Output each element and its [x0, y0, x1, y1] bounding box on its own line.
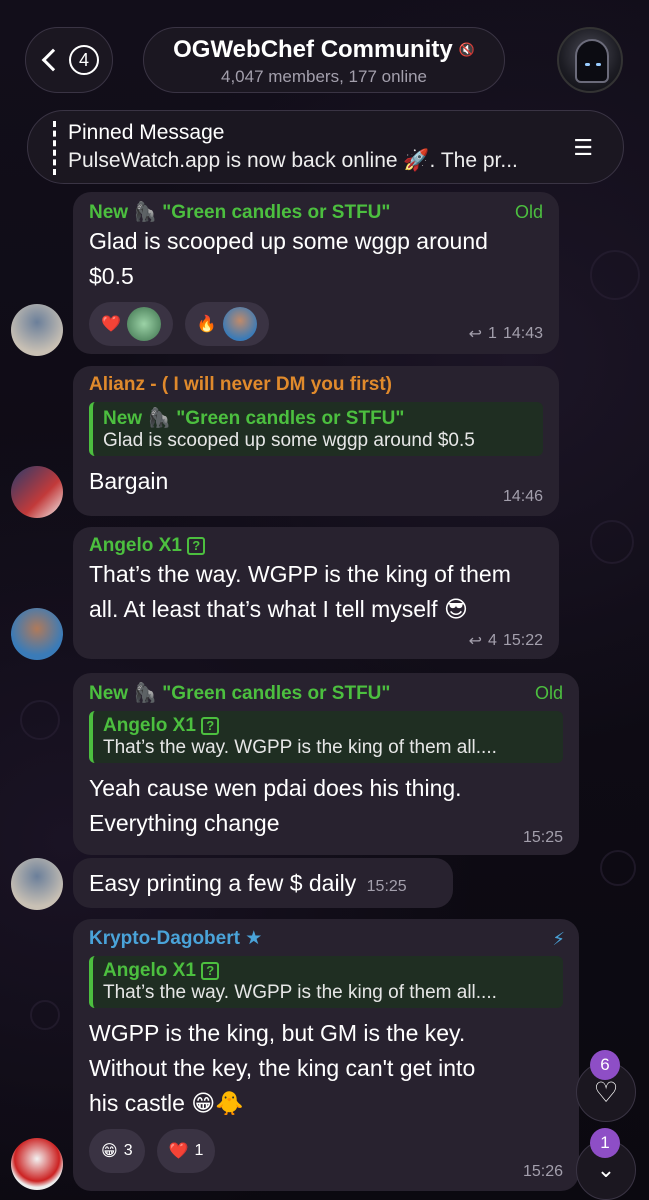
reaction-emoji: 🔥: [196, 316, 217, 333]
pinned-text: PulseWatch.app is now back online 🚀. The…: [68, 149, 518, 172]
reactor-avatar: [222, 307, 257, 341]
pinned-title: Pinned Message: [68, 121, 225, 144]
premium-badge-icon: ?: [201, 716, 220, 735]
reply-quote[interactable]: New 🦍 "Green candles or STFU" Glad is sc…: [89, 402, 543, 456]
pin-list-icon[interactable]: ☰: [573, 135, 593, 161]
reply-text: That’s the way. WGPP is the king of them…: [103, 737, 497, 758]
user-avatar[interactable]: [11, 1138, 63, 1190]
message-text-line: WGPP is the king, but GM is the key.: [89, 1020, 466, 1046]
message-sender[interactable]: Alianz - ( I will never DM you first): [89, 374, 543, 396]
reply-quote[interactable]: Angelo X1 ? That’s the way. WGPP is the …: [89, 711, 563, 763]
message-bubble[interactable]: Krypto-Dagobert ★ ⚡ Angelo X1 ? That’s t…: [73, 919, 579, 1191]
message-bubble[interactable]: Alianz - ( I will never DM you first) Ne…: [73, 366, 559, 516]
reply-author: Angelo X1 ?: [103, 960, 553, 982]
premium-badge-icon: ?: [187, 536, 206, 555]
message-sender[interactable]: Angelo X1 ?: [89, 535, 543, 557]
reply-text: Glad is scooped up some wggp around $0.5: [103, 430, 475, 451]
reply-author-name: Angelo X1: [103, 715, 196, 736]
message-text-line: Everything change: [89, 810, 280, 836]
reply-arrow-icon[interactable]: ↩: [469, 324, 482, 344]
message-text-line: Glad is scooped up some wggp around: [89, 228, 488, 254]
user-avatar[interactable]: [11, 466, 63, 518]
message-text-line: $0.5: [89, 263, 134, 289]
star-icon: ★: [245, 928, 263, 949]
pinned-indicator: [53, 121, 56, 175]
reaction-count: 1: [194, 1142, 204, 1159]
lightning-icon: ⚡: [552, 929, 565, 949]
user-avatar[interactable]: [11, 304, 63, 356]
message-text-line: Yeah cause wen pdai does his thing.: [89, 775, 462, 801]
chat-title: OGWebChef Community: [173, 36, 453, 63]
chevron-down-icon: ⌄: [596, 1157, 616, 1182]
muted-icon: 🔇: [458, 42, 475, 57]
message-sender[interactable]: Krypto-Dagobert ★: [89, 927, 563, 950]
message-sender[interactable]: New 🦍 "Green candles or STFU": [89, 681, 563, 705]
reactions-badge: 6: [590, 1050, 620, 1080]
reaction-emoji: ❤️: [101, 316, 121, 333]
message-text-line: his castle 😁🐥: [89, 1090, 244, 1116]
premium-badge-icon: ?: [201, 961, 220, 980]
reaction-chip[interactable]: ❤️ 1: [156, 1129, 216, 1173]
message-time: 14:46: [502, 488, 543, 505]
message-time: 15:25: [522, 829, 563, 846]
user-avatar[interactable]: [11, 608, 63, 660]
chevron-left-icon: [41, 48, 65, 72]
sender-name: Krypto-Dagobert: [89, 928, 240, 949]
reactor-avatar: [126, 307, 161, 341]
user-avatar[interactable]: [11, 858, 63, 910]
member-tag: Old: [514, 202, 543, 222]
reaction-emoji: ❤️: [168, 1143, 189, 1160]
message-bubble[interactable]: Angelo X1 ? That’s the way. WGPP is the …: [73, 527, 559, 659]
reply-author: Angelo X1 ?: [103, 715, 553, 737]
reply-arrow-icon[interactable]: ↩: [469, 631, 482, 651]
hooded-figure-icon: [575, 39, 609, 83]
unread-count-badge: 4: [69, 45, 99, 75]
pinned-message-bar[interactable]: Pinned Message PulseWatch.app is now bac…: [27, 110, 624, 184]
chat-subtitle: 4,047 members, 177 online: [220, 67, 428, 86]
message-text: Bargain: [89, 468, 169, 494]
message-text-line: all. At least that’s what I tell myself …: [89, 596, 468, 622]
heart-outline-icon: ♡: [593, 1076, 619, 1108]
chat-header[interactable]: OGWebChef Community 🔇 4,047 members, 177…: [143, 27, 505, 93]
message-text: Easy printing a few $ daily: [89, 870, 357, 896]
reply-text: That’s the way. WGPP is the king of them…: [103, 982, 497, 1003]
message-text-line: Without the key, the king can't get into: [89, 1055, 476, 1081]
message-time: 15:22: [502, 632, 543, 649]
reply-quote[interactable]: Angelo X1 ? That’s the way. WGPP is the …: [89, 956, 563, 1008]
message-time: 15:25: [366, 878, 407, 895]
member-tag: Old: [534, 683, 563, 703]
reaction-chip[interactable]: 🔥: [184, 302, 269, 346]
message-sender[interactable]: New 🦍 "Green candles or STFU": [89, 200, 543, 224]
message-bubble[interactable]: New 🦍 "Green candles or STFU" Old Angelo…: [73, 673, 579, 855]
reply-author: New 🦍 "Green candles or STFU": [103, 408, 405, 429]
back-button[interactable]: 4: [25, 27, 113, 93]
message-text-line: That’s the way. WGPP is the king of them: [89, 561, 511, 587]
reaction-count: 3: [123, 1142, 133, 1159]
reaction-chip[interactable]: 😁 3: [89, 1129, 145, 1173]
message-bubble[interactable]: Easy printing a few $ daily 15:25: [73, 858, 453, 908]
scroll-badge: 1: [590, 1128, 620, 1158]
message-time: 15:26: [522, 1163, 563, 1180]
reply-count: 4: [488, 632, 497, 649]
reaction-chip[interactable]: ❤️: [89, 302, 173, 346]
reply-count: 1: [488, 325, 497, 342]
sender-name: Angelo X1: [89, 535, 182, 556]
reaction-emoji: 😁: [101, 1143, 118, 1160]
reply-author-name: Angelo X1: [103, 960, 196, 981]
message-bubble[interactable]: New 🦍 "Green candles or STFU" Old Glad i…: [73, 192, 559, 354]
message-time: 14:43: [502, 325, 543, 342]
group-avatar[interactable]: [557, 27, 623, 93]
